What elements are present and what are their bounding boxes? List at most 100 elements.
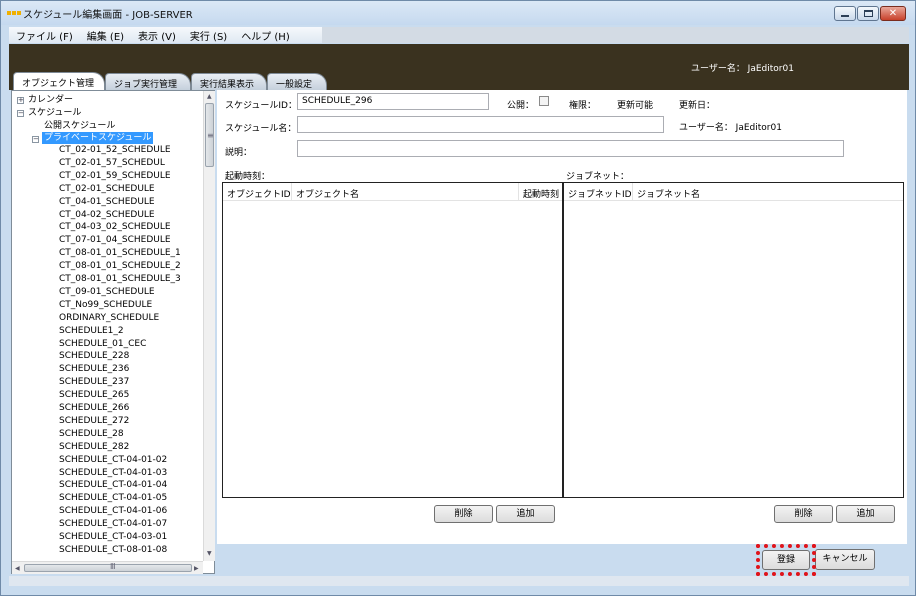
- tree-item[interactable]: SCHEDULE_265: [59, 389, 129, 401]
- menu-bar-filler: [322, 27, 909, 43]
- minimize-icon: [841, 15, 849, 17]
- tree-item[interactable]: CT_02-01_52_SCHEDULE: [59, 144, 171, 156]
- jobnet-delete-button[interactable]: 削除: [774, 505, 833, 523]
- maximize-icon: [863, 10, 873, 17]
- tree-private-schedule[interactable]: プライベートスケジュール: [42, 132, 154, 144]
- description-label: 説明：: [225, 148, 253, 158]
- tree-item[interactable]: SCHEDULE_236: [59, 363, 129, 375]
- menu-bar: ファイル (F) 編集 (E) 表示 (V) 実行 (S) ヘルプ (H): [9, 27, 909, 43]
- tree-item[interactable]: CT_04-01_SCHEDULE: [59, 196, 155, 208]
- tree-item[interactable]: SCHEDULE_CT-04-01-03: [59, 467, 167, 479]
- menu-help[interactable]: ヘルプ (H): [234, 28, 297, 43]
- schedule-edit-panel: スケジュールID： SCHEDULE_296 公開： 権限： 更新可能 更新日：…: [217, 90, 907, 544]
- tree-item[interactable]: SCHEDULE_CT-04-01-04: [59, 479, 167, 491]
- close-icon: ✕: [888, 7, 898, 19]
- permission-value: 更新可能: [617, 101, 654, 111]
- permission-label: 権限：: [569, 101, 597, 111]
- object-tree[interactable]: + カレンダー − スケジュール 公開スケジュール − プライベートスケジュール…: [11, 90, 215, 574]
- tree-item[interactable]: CT_02-01_57_SCHEDUL: [59, 157, 165, 169]
- tree-item[interactable]: CT_09-01_SCHEDULE: [59, 286, 155, 298]
- start-time-add-button[interactable]: 追加: [496, 505, 555, 523]
- tree-schedule[interactable]: スケジュール: [28, 107, 81, 119]
- tree-item[interactable]: SCHEDULE_228: [59, 350, 129, 362]
- start-time-title: 起動時刻：: [225, 172, 271, 182]
- tab-job-execution[interactable]: ジョブ実行管理: [105, 73, 191, 90]
- public-checkbox[interactable]: [539, 96, 549, 106]
- tree-public-schedule[interactable]: 公開スケジュール: [44, 120, 115, 132]
- collapse-icon[interactable]: −: [17, 110, 24, 117]
- tree-item[interactable]: CT_02-01_SCHEDULE: [59, 183, 155, 195]
- scroll-left-icon[interactable]: ◀: [15, 565, 20, 572]
- tree-item[interactable]: SCHEDULE_CT-04-01-02: [59, 454, 167, 466]
- tree-item[interactable]: SCHEDULE_272: [59, 415, 129, 427]
- schedule-name-field[interactable]: [297, 116, 664, 133]
- column-start-time[interactable]: 起動時刻: [519, 183, 563, 201]
- tree-item[interactable]: SCHEDULE1_2: [59, 325, 124, 337]
- tab-execution-results[interactable]: 実行結果表示: [191, 73, 267, 90]
- jobnet-add-button[interactable]: 追加: [836, 505, 895, 523]
- tree-item[interactable]: CT_04-02_SCHEDULE: [59, 209, 155, 221]
- tree-item[interactable]: SCHEDULE_01_CEC: [59, 338, 146, 350]
- tree-item[interactable]: SCHEDULE_CT-04-01-05: [59, 492, 167, 504]
- public-label: 公開：: [507, 101, 535, 111]
- menu-file[interactable]: ファイル (F): [9, 28, 80, 43]
- tree-item[interactable]: SCHEDULE_282: [59, 441, 129, 453]
- register-highlight-box: [756, 544, 816, 576]
- menu-run[interactable]: 実行 (S): [183, 28, 234, 43]
- scroll-grip-icon: ≡: [207, 131, 214, 140]
- tree-item[interactable]: CT_07-01_04_SCHEDULE: [59, 234, 171, 246]
- column-jobnet-name[interactable]: ジョブネット名: [633, 183, 903, 201]
- maximize-button[interactable]: [857, 6, 879, 21]
- tree-item[interactable]: CT_No99_SCHEDULE: [59, 299, 152, 311]
- tree-vertical-scroll-thumb[interactable]: ≡: [205, 103, 214, 167]
- jobnet-title: ジョブネット：: [566, 172, 630, 182]
- tree-item[interactable]: CT_02-01_59_SCHEDULE: [59, 170, 171, 182]
- schedule-id-field[interactable]: SCHEDULE_296: [297, 93, 489, 110]
- description-field[interactable]: [297, 140, 844, 157]
- title-bar: スケジュール編集画面 - JOB-SERVER ✕: [1, 1, 915, 25]
- tab-general-settings[interactable]: 一般設定: [267, 73, 327, 90]
- close-button[interactable]: ✕: [880, 6, 906, 21]
- form-user-name: ユーザー名： JaEditor01: [679, 123, 782, 133]
- header-user-name: ユーザー名： JaEditor01: [691, 64, 794, 74]
- menu-edit[interactable]: 編集 (E): [80, 28, 131, 43]
- minimize-button[interactable]: [834, 6, 856, 21]
- tree-calendar[interactable]: カレンダー: [28, 94, 73, 106]
- start-time-grid[interactable]: オブジェクトID オブジェクト名 起動時刻: [222, 182, 563, 498]
- tree-horizontal-scrollbar[interactable]: ◀ Ⅲ ▶: [12, 561, 203, 574]
- cancel-button[interactable]: キャンセル: [815, 549, 875, 570]
- jobnet-grid[interactable]: ジョブネットID ジョブネット名: [563, 182, 904, 498]
- tree-horizontal-scroll-thumb[interactable]: Ⅲ: [24, 562, 192, 572]
- scroll-up-icon[interactable]: ▲: [207, 93, 212, 100]
- schedule-name-label: スケジュール名：: [225, 124, 297, 134]
- start-time-delete-button[interactable]: 削除: [434, 505, 493, 523]
- schedule-id-label: スケジュールID：: [225, 101, 297, 111]
- tree-item[interactable]: SCHEDULE_237: [59, 376, 129, 388]
- scroll-down-icon[interactable]: ▼: [207, 550, 212, 557]
- scroll-right-icon[interactable]: ▶: [194, 565, 199, 572]
- tree-item[interactable]: SCHEDULE_28: [59, 428, 124, 440]
- menu-view[interactable]: 表示 (V): [131, 28, 183, 43]
- tree-item[interactable]: CT_08-01_01_SCHEDULE_3: [59, 273, 181, 285]
- expand-icon[interactable]: +: [17, 97, 24, 104]
- tree-item[interactable]: ORDINARY_SCHEDULE: [59, 312, 159, 324]
- tree-item[interactable]: SCHEDULE_CT-08-01-08: [59, 544, 167, 556]
- tree-item[interactable]: SCHEDULE_266: [59, 402, 129, 414]
- column-object-id[interactable]: オブジェクトID: [223, 183, 292, 201]
- tree-item[interactable]: CT_08-01_01_SCHEDULE_1: [59, 247, 181, 259]
- application-window: スケジュール編集画面 - JOB-SERVER ✕ ファイル (F) 編集 (E…: [0, 0, 916, 596]
- column-object-name[interactable]: オブジェクト名: [292, 183, 519, 201]
- tree-item[interactable]: SCHEDULE_CT-04-01-07: [59, 518, 167, 530]
- tree-item[interactable]: CT_04-03_02_SCHEDULE: [59, 221, 171, 233]
- tree-vertical-scrollbar[interactable]: ▲ ≡ ▼: [203, 91, 215, 561]
- column-jobnet-id[interactable]: ジョブネットID: [564, 183, 633, 201]
- status-strip: [9, 576, 909, 586]
- collapse-icon[interactable]: −: [32, 136, 39, 143]
- window-title: スケジュール編集画面 - JOB-SERVER: [23, 10, 193, 21]
- tab-object-management[interactable]: オブジェクト管理: [13, 72, 105, 90]
- tree-item[interactable]: CT_08-01_01_SCHEDULE_2: [59, 260, 181, 272]
- tree-item[interactable]: SCHEDULE_CT-04-01-06: [59, 505, 167, 517]
- tree-item[interactable]: SCHEDULE_CT-04-03-01: [59, 531, 167, 543]
- start-time-grid-header: オブジェクトID オブジェクト名 起動時刻: [223, 183, 562, 201]
- updated-date-label: 更新日：: [679, 101, 716, 111]
